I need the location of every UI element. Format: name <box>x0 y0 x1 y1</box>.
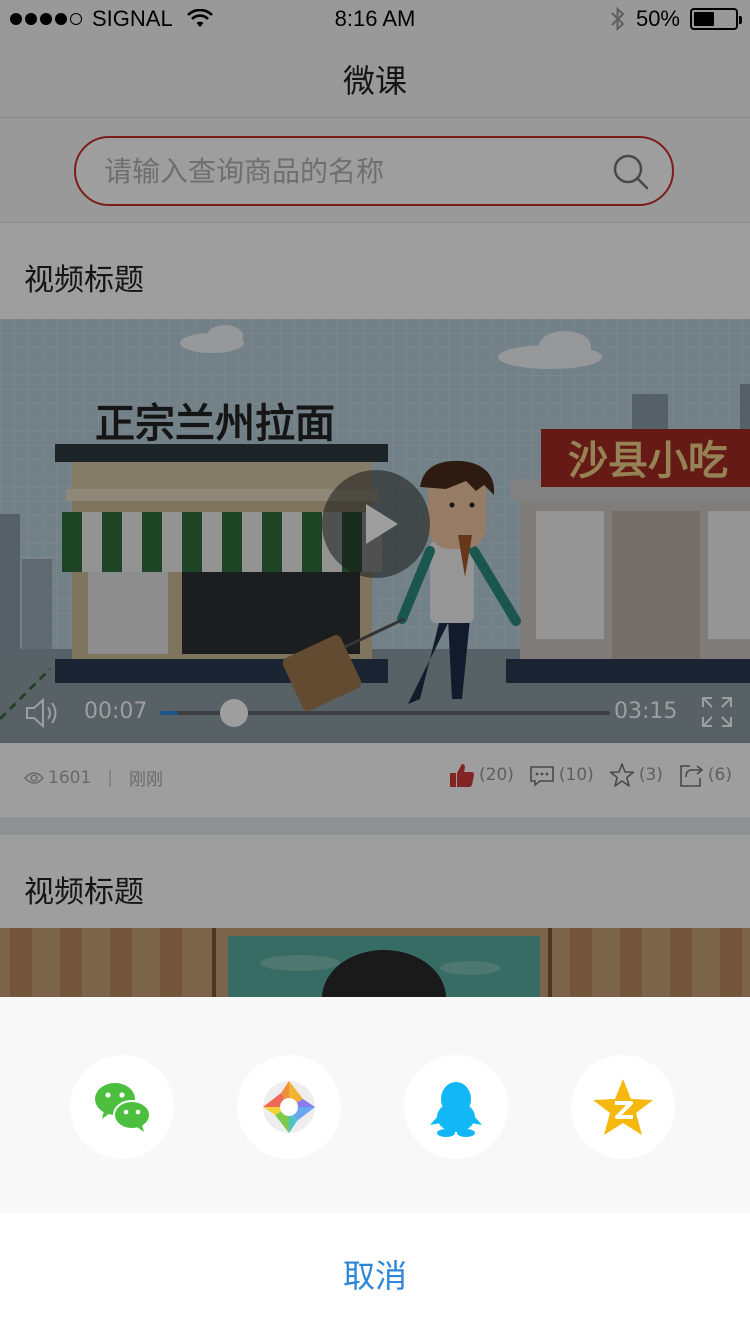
share-qq-button[interactable] <box>404 1055 508 1159</box>
qzone-icon <box>593 1079 653 1135</box>
cancel-button[interactable]: 取消 <box>343 1251 407 1297</box>
share-sheet <box>0 997 750 1213</box>
wechat-icon <box>95 1083 151 1132</box>
qq-icon <box>430 1082 482 1137</box>
share-targets <box>0 1055 750 1159</box>
share-moments-button[interactable] <box>237 1055 341 1159</box>
share-qzone-button[interactable] <box>571 1055 675 1159</box>
modal-backdrop[interactable] <box>0 0 750 997</box>
cancel-bar: 取消 <box>0 1213 750 1334</box>
share-wechat-button[interactable] <box>70 1055 174 1159</box>
moments-icon <box>263 1081 315 1133</box>
